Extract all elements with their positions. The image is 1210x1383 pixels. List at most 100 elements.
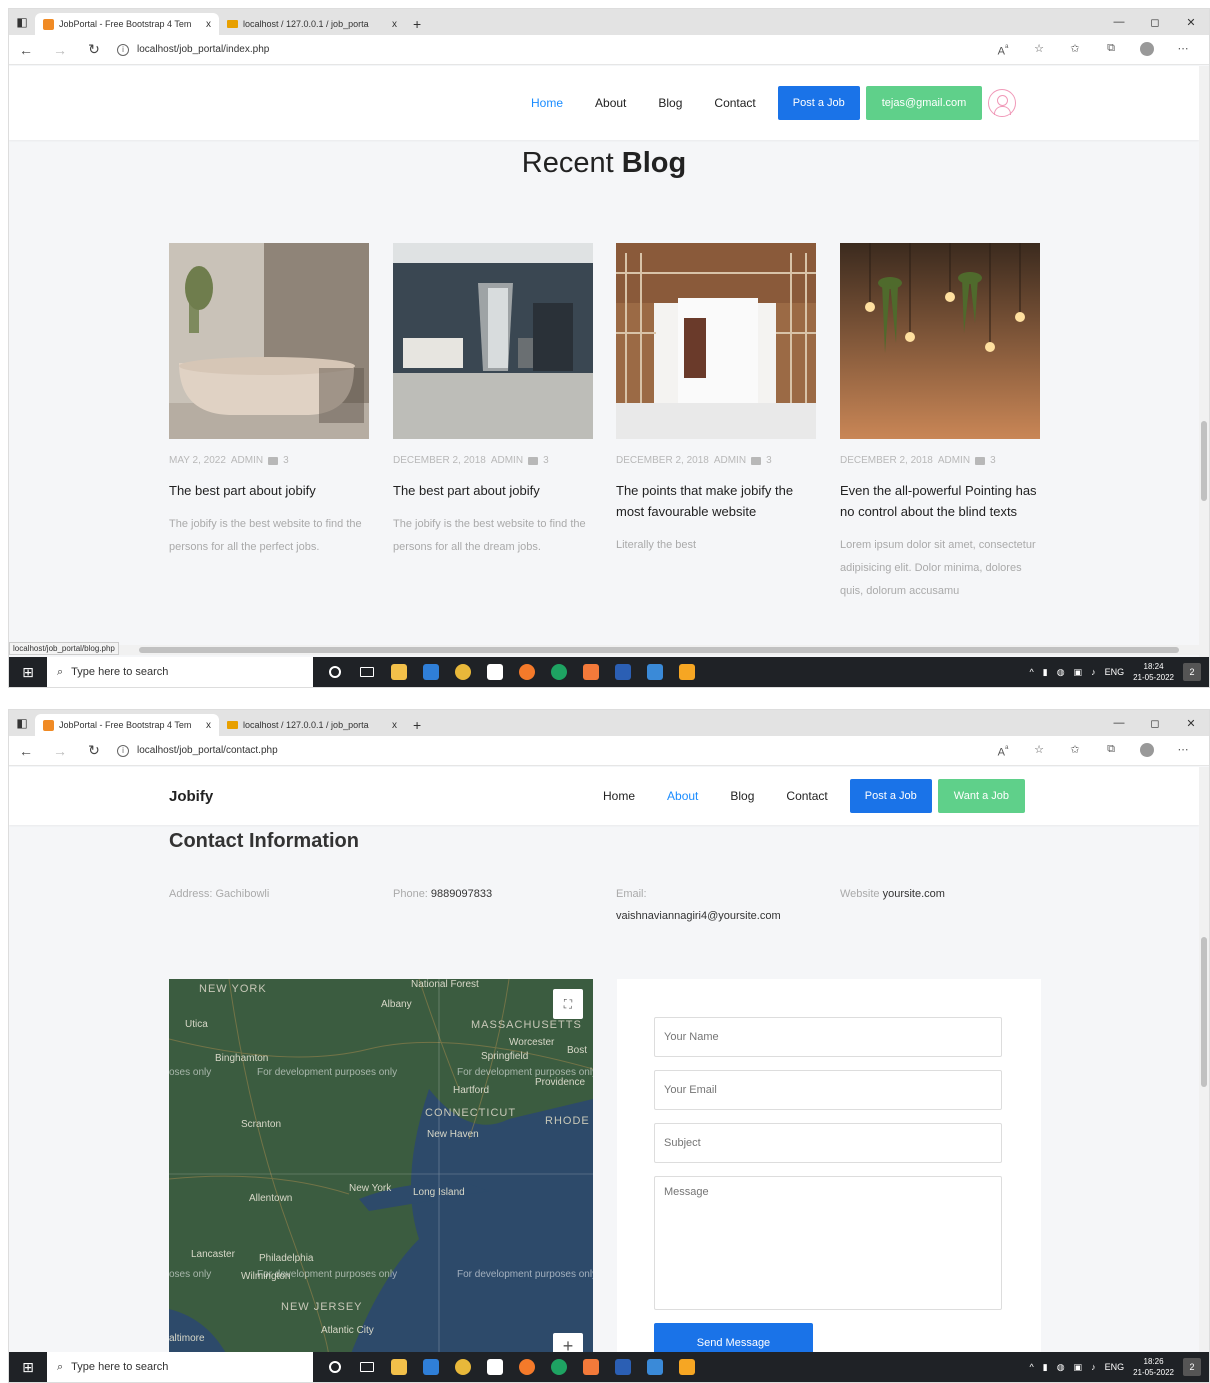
comment-count[interactable]: 3 <box>766 455 772 466</box>
browser-tab-jobportal[interactable]: JobPortal - Free Bootstrap 4 Tem x <box>35 13 219 35</box>
post-job-button[interactable]: Post a Job <box>849 779 932 813</box>
vertical-scrollbar[interactable] <box>1199 66 1209 659</box>
nav-about[interactable]: About <box>579 96 642 110</box>
close-tab-icon[interactable]: x <box>392 19 397 30</box>
nav-home[interactable]: Home <box>515 96 579 110</box>
clock[interactable]: 18:26 21-05-2022 <box>1133 1356 1174 1378</box>
battery-icon[interactable]: ▮ <box>1043 1362 1048 1373</box>
blog-author[interactable]: ADMIN <box>231 455 263 466</box>
nav-home[interactable]: Home <box>587 789 651 803</box>
forward-arrow-icon[interactable]: → <box>43 743 77 759</box>
horizontal-scrollbar[interactable] <box>9 645 1199 655</box>
blog-date[interactable]: DECEMBER 2, 2018 <box>393 455 486 466</box>
chevron-up-icon[interactable]: ^ <box>1030 667 1034 677</box>
close-tab-icon[interactable]: x <box>392 720 397 731</box>
tab-actions-icon[interactable]: ◧ <box>9 9 35 35</box>
email-input[interactable] <box>654 1070 1002 1110</box>
task-view-icon[interactable] <box>351 657 383 687</box>
name-input[interactable] <box>654 1017 1002 1057</box>
read-aloud-icon[interactable]: Aᵃ <box>985 42 1021 58</box>
minimize-button[interactable]: — <box>1101 16 1137 28</box>
forward-arrow-icon[interactable]: → <box>43 42 77 58</box>
sublime-icon[interactable] <box>671 1352 703 1382</box>
firefox-icon[interactable] <box>511 1352 543 1382</box>
favorites-icon[interactable]: ✩ <box>1057 743 1093 759</box>
windows-start-icon[interactable]: ⊞ <box>9 657 47 687</box>
site-info-icon[interactable]: i <box>117 43 129 56</box>
nav-contact[interactable]: Contact <box>698 96 771 110</box>
fullscreen-icon[interactable]: ⛶ <box>553 989 583 1019</box>
reload-icon[interactable]: ↻ <box>77 742 111 759</box>
subject-input[interactable] <box>654 1123 1002 1163</box>
browser-tab-phpmyadmin[interactable]: localhost / 127.0.0.1 / job_porta x <box>219 714 405 736</box>
task-view-icon[interactable] <box>351 1352 383 1382</box>
blog-date[interactable]: MAY 2, 2022 <box>169 455 226 466</box>
blog-image-lamps[interactable] <box>840 243 1040 439</box>
user-email-button[interactable]: tejas@gmail.com <box>865 86 983 120</box>
blog-author[interactable]: ADMIN <box>714 455 746 466</box>
word-icon[interactable] <box>607 1352 639 1382</box>
language-indicator[interactable]: ENG <box>1105 667 1125 677</box>
nav-blog[interactable]: Blog <box>714 789 770 803</box>
phone-value[interactable]: 9889097833 <box>431 888 492 900</box>
mail-icon[interactable] <box>415 657 447 687</box>
collections-icon[interactable]: ⧉ <box>1093 743 1129 759</box>
more-menu-icon[interactable]: ⋯ <box>1165 42 1201 58</box>
back-arrow-icon[interactable]: ← <box>9 42 43 58</box>
photos-icon[interactable] <box>639 1352 671 1382</box>
cortana-icon[interactable] <box>319 1352 351 1382</box>
close-tab-icon[interactable]: x <box>206 19 211 30</box>
url-field[interactable]: i localhost/job_portal/contact.php <box>117 744 937 757</box>
blog-card[interactable]: MAY 2, 2022 ADMIN 3 The best part about … <box>169 243 369 559</box>
blog-title[interactable]: Even the all-powerful Pointing has no co… <box>840 480 1040 522</box>
message-textarea[interactable] <box>654 1176 1002 1310</box>
notepad-icon[interactable] <box>479 1352 511 1382</box>
blog-date[interactable]: DECEMBER 2, 2018 <box>616 455 709 466</box>
volume-icon[interactable]: ♪ <box>1091 667 1096 677</box>
website-value[interactable]: yoursite.com <box>883 888 945 900</box>
battery-icon[interactable]: ▮ <box>1043 667 1048 678</box>
profile-icon[interactable] <box>1140 742 1154 757</box>
mail-icon[interactable] <box>415 1352 447 1382</box>
vertical-scrollbar[interactable] <box>1199 767 1209 1354</box>
want-job-button[interactable]: Want a Job <box>937 779 1025 813</box>
network-icon[interactable]: ◍ <box>1057 1362 1065 1373</box>
new-tab-button[interactable]: + <box>405 714 429 736</box>
blog-card[interactable]: DECEMBER 2, 2018 ADMIN 3 The best part a… <box>393 243 593 559</box>
browser-tab-phpmyadmin[interactable]: localhost / 127.0.0.1 / job_porta x <box>219 13 405 35</box>
display-icon[interactable]: ▣ <box>1074 667 1083 678</box>
blog-image-shelves[interactable] <box>616 243 816 439</box>
notifications-icon[interactable]: 2 <box>1183 1358 1201 1376</box>
blog-title[interactable]: The best part about jobify <box>169 480 369 501</box>
windows-start-icon[interactable]: ⊞ <box>9 1352 47 1382</box>
collections-icon[interactable]: ⧉ <box>1093 42 1129 58</box>
profile-icon[interactable] <box>1140 41 1154 56</box>
read-aloud-icon[interactable]: Aᵃ <box>985 743 1021 759</box>
chrome-icon[interactable] <box>447 1352 479 1382</box>
scrollbar-thumb[interactable] <box>1201 937 1207 1087</box>
url-field[interactable]: i localhost/job_portal/index.php <box>117 43 937 56</box>
user-avatar-icon[interactable] <box>988 89 1017 117</box>
more-menu-icon[interactable]: ⋯ <box>1165 743 1201 759</box>
chevron-up-icon[interactable]: ^ <box>1030 1362 1034 1372</box>
maximize-button[interactable]: ◻ <box>1137 717 1173 730</box>
comment-count[interactable]: 3 <box>283 455 289 466</box>
word-icon[interactable] <box>607 657 639 687</box>
xampp-icon[interactable] <box>575 657 607 687</box>
notifications-icon[interactable]: 2 <box>1183 663 1201 681</box>
comment-count[interactable]: 3 <box>543 455 549 466</box>
close-window-button[interactable]: ✕ <box>1173 717 1209 730</box>
chrome-profile-icon[interactable] <box>543 657 575 687</box>
language-indicator[interactable]: ENG <box>1105 1362 1125 1372</box>
blog-date[interactable]: DECEMBER 2, 2018 <box>840 455 933 466</box>
reload-icon[interactable]: ↻ <box>77 41 111 58</box>
blog-author[interactable]: ADMIN <box>938 455 970 466</box>
file-explorer-icon[interactable] <box>383 657 415 687</box>
clock[interactable]: 18:24 21-05-2022 <box>1133 661 1174 683</box>
browser-tab-jobportal[interactable]: JobPortal - Free Bootstrap 4 Tem x <box>35 714 219 736</box>
file-explorer-icon[interactable] <box>383 1352 415 1382</box>
blog-title[interactable]: The best part about jobify <box>393 480 593 501</box>
blog-author[interactable]: ADMIN <box>491 455 523 466</box>
add-favorite-icon[interactable]: ☆ <box>1021 42 1057 58</box>
close-tab-icon[interactable]: x <box>206 720 211 731</box>
